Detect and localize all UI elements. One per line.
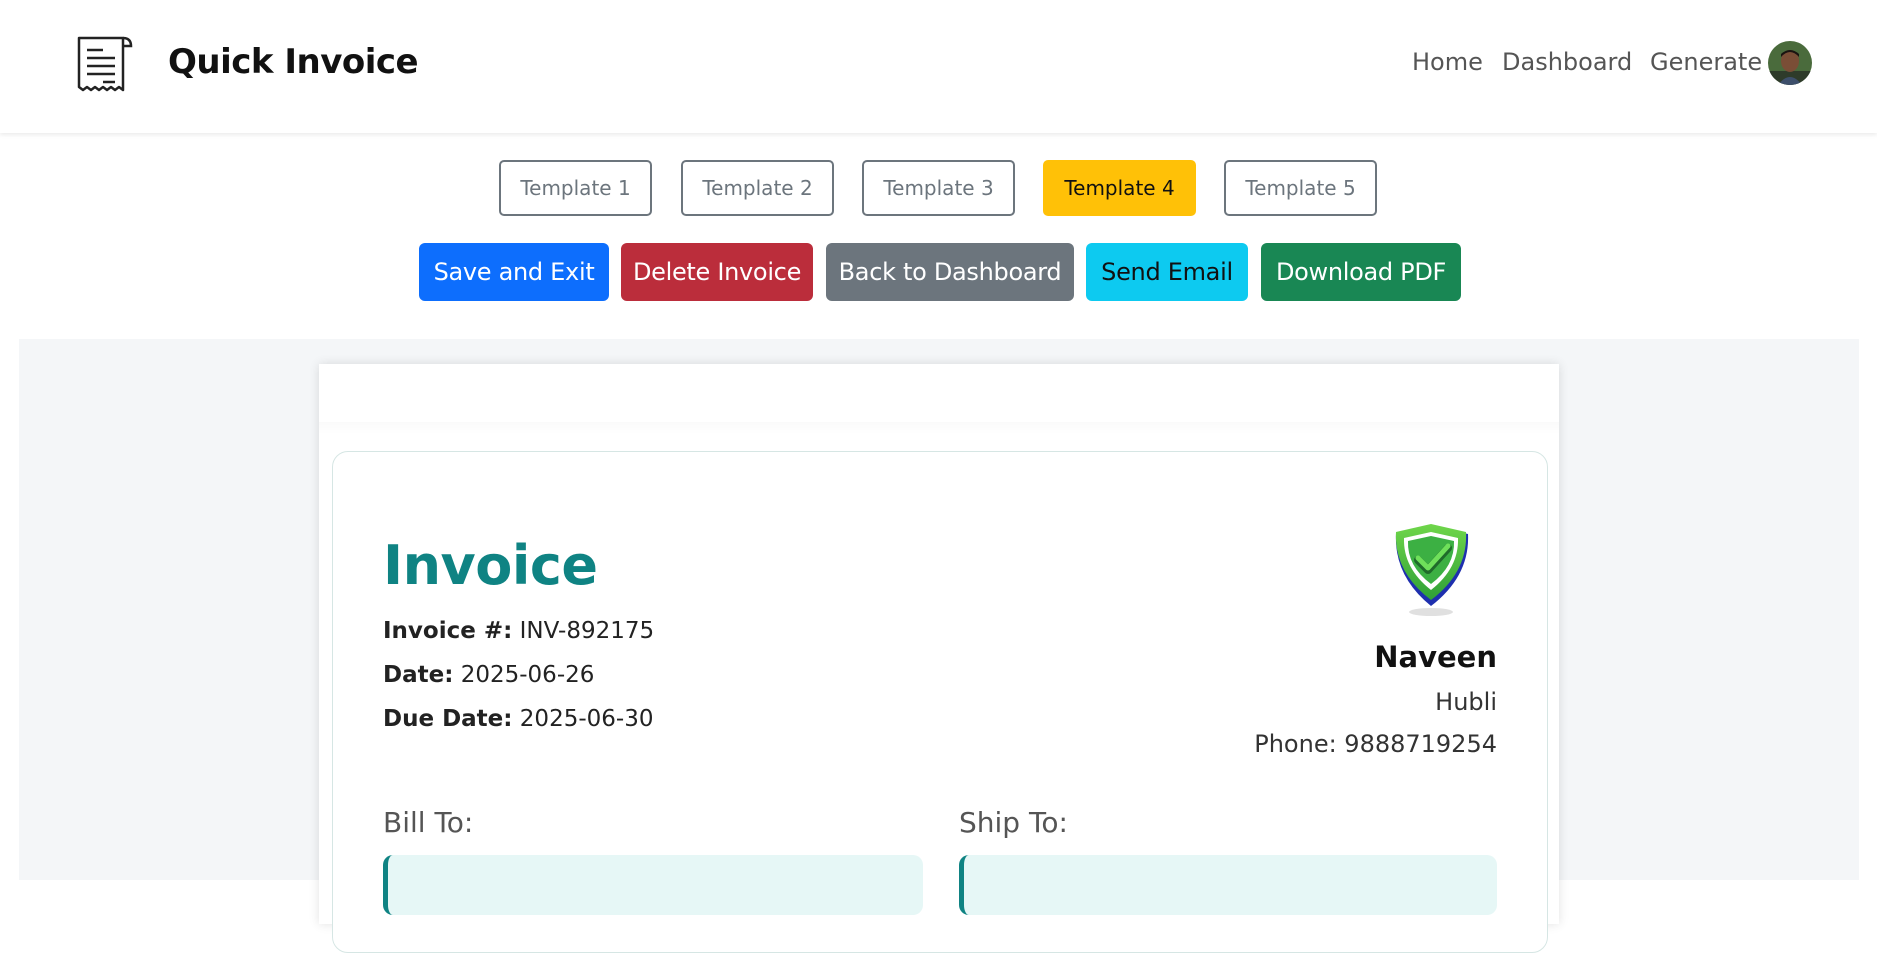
due-date: 2025-06-30 <box>519 706 654 732</box>
delete-invoice-button[interactable]: Delete Invoice <box>621 243 813 301</box>
invoice-paper: Invoice Invoice #: INV-892175 Date: 2025… <box>319 364 1559 953</box>
invoice-number-line: Invoice #: INV-892175 <box>383 618 654 644</box>
ship-to-label: Ship To: <box>959 806 1068 839</box>
nav-dashboard-link[interactable]: Dashboard <box>1502 48 1632 76</box>
bill-to-label: Bill To: <box>383 806 474 839</box>
back-to-dashboard-button[interactable]: Back to Dashboard <box>826 243 1074 301</box>
invoice-number: INV-892175 <box>519 618 655 644</box>
invoice-card: Invoice Invoice #: INV-892175 Date: 2025… <box>332 451 1548 953</box>
due-date-line: Due Date: 2025-06-30 <box>383 706 653 732</box>
download-pdf-button[interactable]: Download PDF <box>1261 243 1461 301</box>
navbar: Quick Invoice Home Dashboard Generate <box>0 0 1877 133</box>
template-3-button[interactable]: Template 3 <box>862 160 1015 216</box>
company-name: Naveen <box>1374 640 1497 674</box>
company-phone: Phone: 9888719254 <box>1254 730 1497 758</box>
template-4-button[interactable]: Template 4 <box>1043 160 1196 216</box>
nav-home-link[interactable]: Home <box>1412 48 1483 76</box>
due-date-label: Due Date: <box>383 706 513 732</box>
invoice-date-label: Date: <box>383 662 454 688</box>
invoice-number-label: Invoice #: <box>383 618 513 644</box>
invoice-date-line: Date: 2025-06-26 <box>383 662 594 688</box>
ship-to-box <box>959 855 1497 915</box>
bill-to-box <box>383 855 923 915</box>
template-2-button[interactable]: Template 2 <box>681 160 834 216</box>
invoice-date: 2025-06-26 <box>460 662 595 688</box>
nav-generate-link[interactable]: Generate <box>1650 48 1762 76</box>
brand-name[interactable]: Quick Invoice <box>168 42 419 82</box>
send-email-button[interactable]: Send Email <box>1086 243 1248 301</box>
template-1-button[interactable]: Template 1 <box>499 160 652 216</box>
invoice-title: Invoice <box>383 534 598 597</box>
save-and-exit-button[interactable]: Save and Exit <box>419 243 609 301</box>
template-5-button[interactable]: Template 5 <box>1224 160 1377 216</box>
shield-check-icon <box>1386 520 1476 618</box>
paper-header-strip <box>319 422 1559 434</box>
company-address: Hubli <box>1435 688 1497 716</box>
receipt-icon[interactable] <box>73 30 139 98</box>
avatar[interactable] <box>1768 41 1812 85</box>
